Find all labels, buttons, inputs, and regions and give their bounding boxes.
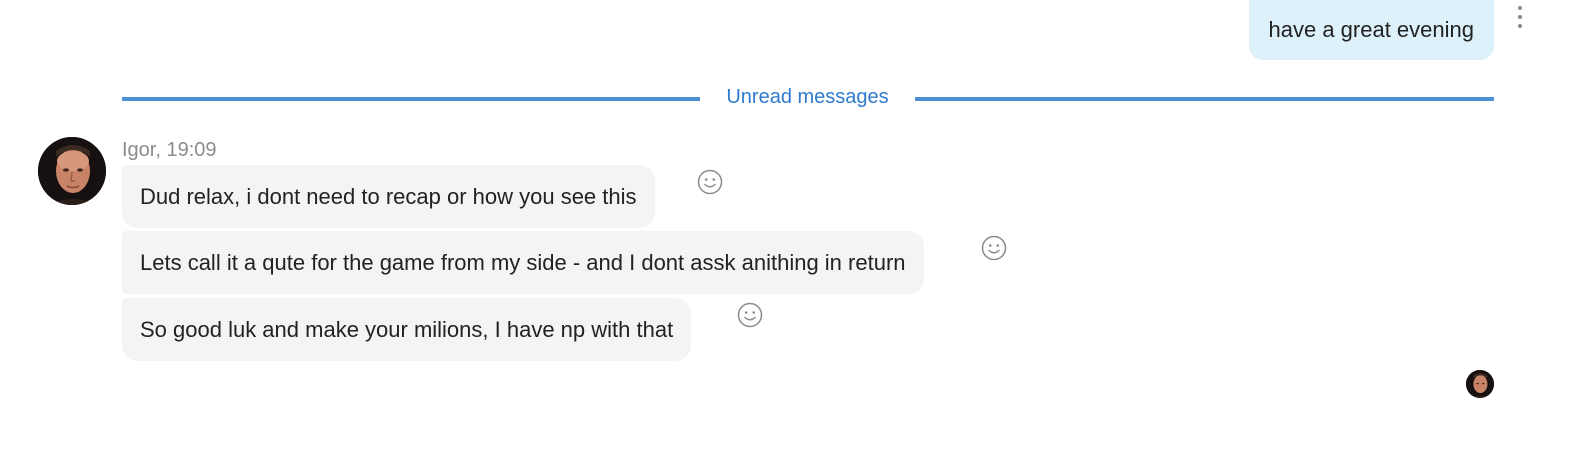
smiley-icon[interactable]: [981, 235, 1007, 261]
read-receipt-avatar: [1466, 370, 1494, 398]
incoming-message-text: Lets call it a qute for the game from my…: [140, 249, 906, 275]
incoming-message-bubble[interactable]: Lets call it a qute for the game from my…: [122, 231, 924, 294]
avatar[interactable]: [38, 137, 106, 205]
more-options-icon[interactable]: [1512, 6, 1528, 28]
unread-divider-label: Unread messages: [726, 86, 889, 108]
smiley-icon[interactable]: [737, 302, 763, 328]
incoming-message-text: Dud relax, i dont need to recap or how y…: [140, 183, 637, 209]
incoming-message-bubble[interactable]: Dud relax, i dont need to recap or how y…: [122, 165, 655, 228]
outgoing-message-bubble[interactable]: have a great evening: [1248, 0, 1494, 60]
incoming-message-bubble[interactable]: So good luk and make your milions, I hav…: [122, 298, 692, 361]
read-receipt-portrait-icon: [1466, 370, 1494, 398]
avatar-portrait-icon: [38, 137, 106, 205]
smiley-icon[interactable]: [697, 169, 723, 195]
sender-name-time: Igor, 19:09: [122, 139, 217, 161]
outgoing-message-text: have a great evening: [1268, 17, 1475, 42]
incoming-message-text: So good luk and make your milions, I hav…: [140, 316, 674, 342]
unread-divider-line-right: [915, 97, 1494, 101]
unread-divider-line-left: [122, 97, 700, 101]
